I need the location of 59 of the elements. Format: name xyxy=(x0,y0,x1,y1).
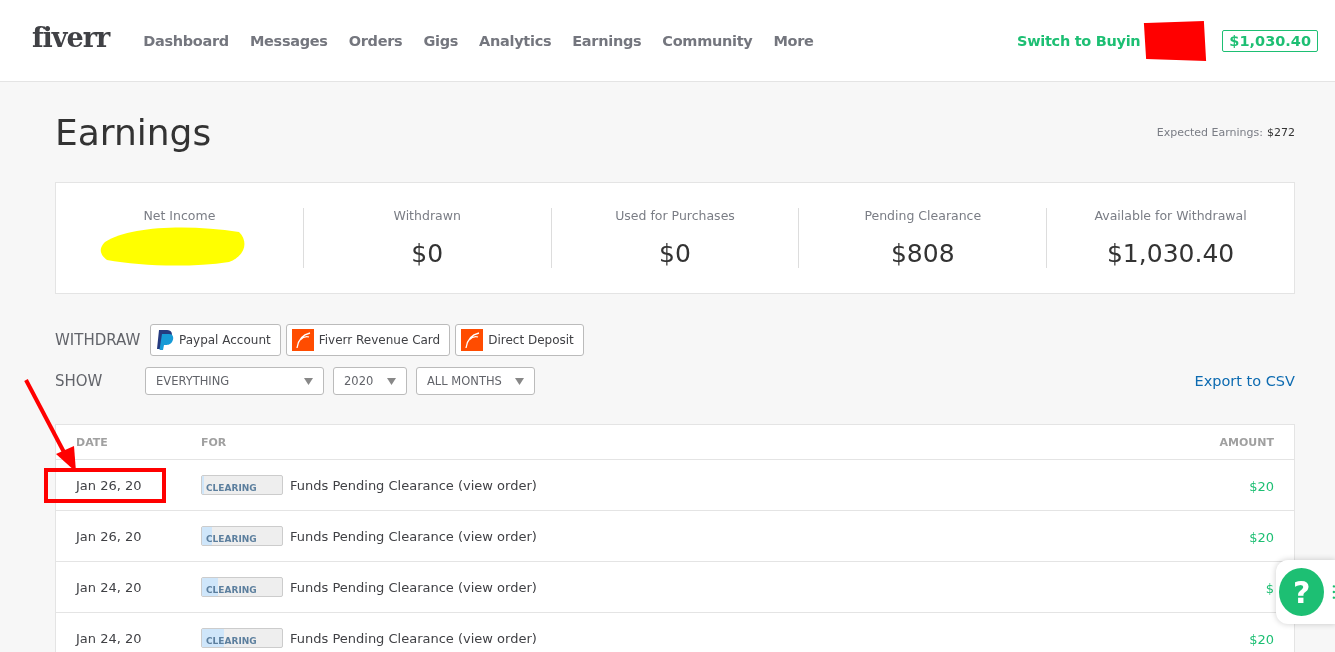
caret-icon xyxy=(387,377,396,385)
status-label: CLEARING xyxy=(205,534,257,544)
withdraw-button[interactable]: Fiverr Revenue Card xyxy=(285,324,451,356)
column-header: DATE xyxy=(76,435,109,449)
logo[interactable]: fiverr xyxy=(32,22,110,53)
stat-label: Used for Purchases xyxy=(615,208,735,223)
nav-link[interactable]: Analytics xyxy=(479,32,552,49)
paypal-icon xyxy=(156,329,174,351)
more-icon[interactable] xyxy=(1332,584,1335,600)
stat-value: $0 xyxy=(411,239,444,268)
filter-dropdown[interactable]: 2020 xyxy=(333,367,407,395)
card-icon xyxy=(291,329,314,351)
stat-label: Available for Withdrawal xyxy=(1094,208,1247,223)
nav-link[interactable]: Gigs xyxy=(423,32,459,49)
stat-value: $808 xyxy=(890,239,955,268)
description-cell: Funds Pending Clearance (view order) xyxy=(290,528,537,544)
status-label: CLEARING xyxy=(205,636,257,646)
stat-label: Net Income xyxy=(143,208,216,223)
date-cell-text: Jan 26, 20 xyxy=(76,527,142,546)
date-cell-text: Jan 24, 20 xyxy=(76,578,142,597)
status-label: CLEARING xyxy=(205,585,257,595)
nav-link[interactable]: Community xyxy=(662,32,753,49)
withdraw-button[interactable]: Direct Deposit xyxy=(455,324,584,356)
stat-value: $1,030.40 xyxy=(1106,239,1235,268)
nav-link[interactable]: Earnings xyxy=(572,32,642,49)
page-title: Earnings xyxy=(55,111,212,153)
amount-cell: $20 xyxy=(1249,529,1274,545)
switch-link[interactable]: Switch to Buyin xyxy=(1017,32,1141,49)
help-button[interactable]: ? xyxy=(1279,568,1325,616)
nav-link[interactable]: More xyxy=(773,32,814,49)
stat-label: Withdrawn xyxy=(393,208,461,223)
caret-icon xyxy=(515,377,524,385)
export-link[interactable]: Export to CSV xyxy=(1194,373,1295,389)
status-label: CLEARING xyxy=(205,483,257,493)
date-cell-text: Jan 24, 20 xyxy=(76,629,142,648)
caret-icon xyxy=(304,377,313,385)
amount-cell: $20 xyxy=(1249,478,1274,494)
column-header: AMOUNT xyxy=(1218,435,1274,449)
expected-value: $272 xyxy=(1267,125,1295,139)
amount-cell: $20 xyxy=(1249,631,1274,647)
scribble-mark xyxy=(1142,18,1209,63)
filter-dropdown[interactable]: EVERYTHING xyxy=(145,367,324,395)
show-label: SHOW xyxy=(55,372,104,390)
card-icon xyxy=(461,329,484,351)
description-cell: Funds Pending Clearance (view order) xyxy=(290,477,537,493)
balance-button[interactable]: $1,030.40 xyxy=(1222,29,1318,52)
nav-link[interactable]: Dashboard xyxy=(143,32,229,49)
withdraw-label: WITHDRAW xyxy=(55,331,142,349)
stat-label: Pending Clearance xyxy=(864,208,982,223)
nav-link[interactable]: Orders xyxy=(348,32,403,49)
nav-link[interactable]: Messages xyxy=(249,32,328,49)
expected-label: Expected Earnings: xyxy=(1156,125,1263,139)
filter-dropdown[interactable]: ALL MONTHS xyxy=(416,367,535,395)
stat-value: $0 xyxy=(659,239,691,268)
column-header: FOR xyxy=(201,435,228,449)
description-cell: Funds Pending Clearance (view order) xyxy=(290,630,537,646)
amount-cell: $ xyxy=(1265,580,1274,596)
description-cell: Funds Pending Clearance (view order) xyxy=(290,579,537,595)
withdraw-button[interactable]: Paypal Account xyxy=(150,324,281,356)
